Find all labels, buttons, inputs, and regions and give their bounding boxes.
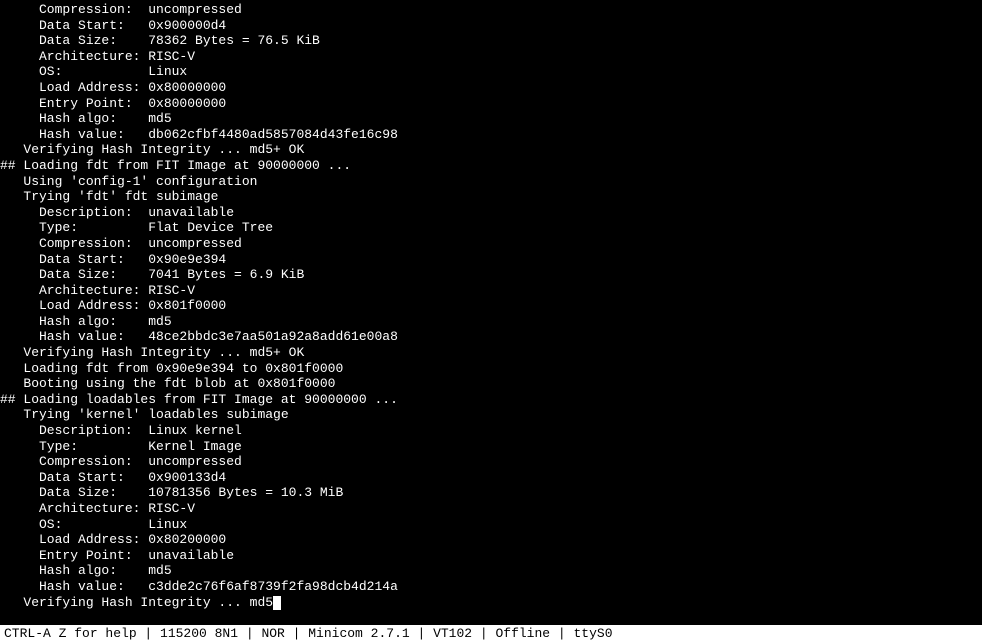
terminal-line: Hash algo: md5: [0, 314, 982, 330]
terminal-line: Description: unavailable: [0, 205, 982, 221]
terminal-line: Data Start: 0x900000d4: [0, 18, 982, 34]
terminal-line: Hash value: c3dde2c76f6af8739f2fa98dcb4d…: [0, 579, 982, 595]
terminal-line: Data Size: 10781356 Bytes = 10.3 MiB: [0, 485, 982, 501]
terminal-line: Using 'config-1' configuration: [0, 174, 982, 190]
terminal-line: Load Address: 0x80200000: [0, 532, 982, 548]
terminal-line: Hash algo: md5: [0, 563, 982, 579]
terminal-line: Entry Point: 0x80000000: [0, 96, 982, 112]
terminal-line: Type: Flat Device Tree: [0, 220, 982, 236]
terminal-line: Description: Linux kernel: [0, 423, 982, 439]
terminal-line: Compression: uncompressed: [0, 454, 982, 470]
terminal-line: OS: Linux: [0, 517, 982, 533]
terminal-line: Load Address: 0x80000000: [0, 80, 982, 96]
terminal-output[interactable]: Compression: uncompressed Data Start: 0x…: [0, 0, 982, 610]
terminal-line: ## Loading loadables from FIT Image at 9…: [0, 392, 982, 408]
terminal-line: Type: Kernel Image: [0, 439, 982, 455]
terminal-line: Data Start: 0x90e9e394: [0, 252, 982, 268]
terminal-line: Architecture: RISC-V: [0, 283, 982, 299]
terminal-line: Data Start: 0x900133d4: [0, 470, 982, 486]
terminal-line: Hash value: db062cfbf4480ad5857084d43fe1…: [0, 127, 982, 143]
terminal-line: Loading fdt from 0x90e9e394 to 0x801f000…: [0, 361, 982, 377]
terminal-line: Data Size: 78362 Bytes = 76.5 KiB: [0, 33, 982, 49]
terminal-line: Verifying Hash Integrity ... md5: [0, 595, 982, 611]
terminal-line: Trying 'fdt' fdt subimage: [0, 189, 982, 205]
terminal-line: Hash value: 48ce2bbdc3e7aa501a92a8add61e…: [0, 329, 982, 345]
minicom-statusbar: CTRL-A Z for help | 115200 8N1 | NOR | M…: [0, 625, 982, 643]
terminal-line: Booting using the fdt blob at 0x801f0000: [0, 376, 982, 392]
terminal-line: Data Size: 7041 Bytes = 6.9 KiB: [0, 267, 982, 283]
terminal-line: OS: Linux: [0, 64, 982, 80]
terminal-line: Compression: uncompressed: [0, 236, 982, 252]
cursor: [273, 596, 281, 610]
terminal-line: Compression: uncompressed: [0, 2, 982, 18]
terminal-line: ## Loading fdt from FIT Image at 9000000…: [0, 158, 982, 174]
terminal-line: Verifying Hash Integrity ... md5+ OK: [0, 142, 982, 158]
terminal-line: Architecture: RISC-V: [0, 501, 982, 517]
terminal-line: Trying 'kernel' loadables subimage: [0, 407, 982, 423]
terminal-line: Hash algo: md5: [0, 111, 982, 127]
terminal-line: Architecture: RISC-V: [0, 49, 982, 65]
terminal-line: Entry Point: unavailable: [0, 548, 982, 564]
terminal-line: Verifying Hash Integrity ... md5+ OK: [0, 345, 982, 361]
terminal-line: Load Address: 0x801f0000: [0, 298, 982, 314]
